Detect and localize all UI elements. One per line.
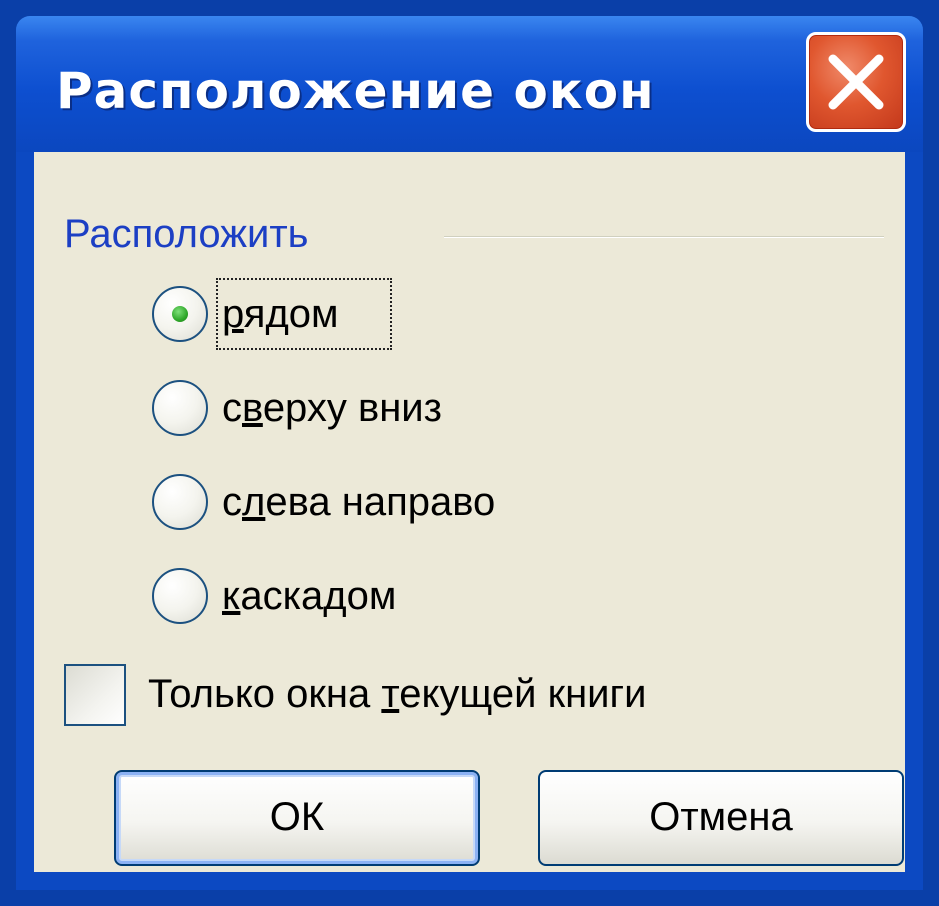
group-divider [444,236,884,238]
radio-label: слева направо [222,478,495,526]
access-key: т [381,672,400,716]
close-button[interactable] [806,32,906,132]
title-bar[interactable]: Расположение окон [16,16,923,152]
label-text: Только окна [148,672,382,716]
arrange-group-label: Расположить [64,212,309,256]
label-text: ядом [243,292,339,336]
access-key: в [242,386,263,430]
radio-label: каскадом [222,572,396,620]
current-book-only-checkbox[interactable] [64,664,126,726]
label-text: ева направо [265,480,496,524]
checkbox-label: Только окна текущей книги [148,670,646,718]
window-bottom-border [16,872,923,890]
radio-label: сверху вниз [222,384,442,432]
label-text: екущей книги [399,672,647,716]
label-text: с [222,386,242,430]
access-key: л [242,480,266,524]
radio-selected-dot [172,306,188,322]
dialog-body: Расположить рядом сверху вниз слева напр… [34,152,905,872]
close-icon [828,54,884,110]
radio-button[interactable] [152,286,208,342]
label-text: аскадом [240,574,397,618]
ok-button[interactable]: ОК [114,770,480,866]
label-text: ерху вниз [262,386,442,430]
radio-button[interactable] [152,568,208,624]
cancel-button[interactable]: Отмена [538,770,904,866]
access-key: к [222,574,241,618]
dialog-window: Расположение окон Расположить рядом свер… [16,16,923,890]
label-text: с [222,480,242,524]
radio-label: рядом [222,290,339,338]
radio-button[interactable] [152,474,208,530]
dialog-title: Расположение окон [56,62,655,120]
access-key: р [222,292,244,336]
radio-button[interactable] [152,380,208,436]
